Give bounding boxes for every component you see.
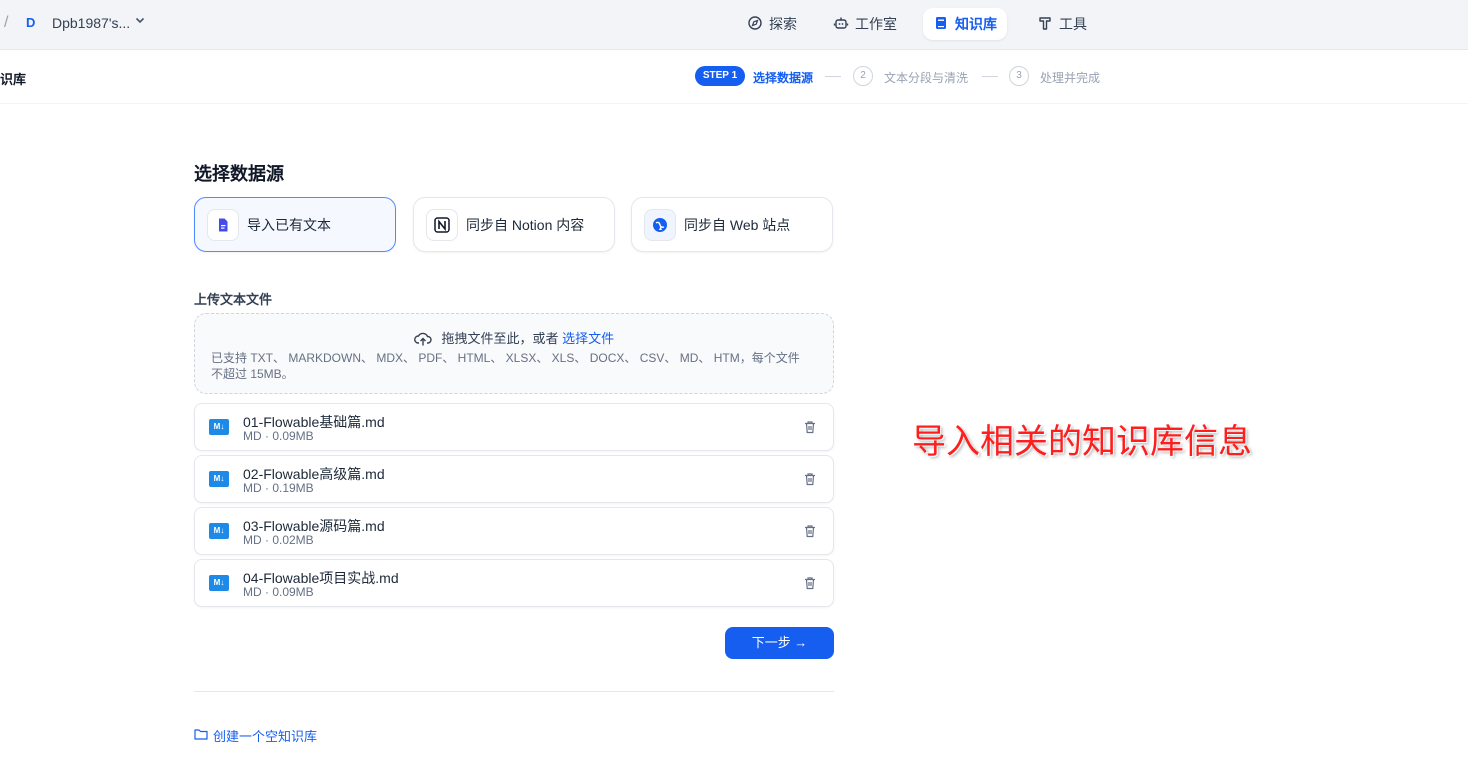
file-item: M↓ 01-Flowable基础篇.md MD · 0.09MB: [194, 403, 834, 451]
section-title: 选择数据源: [194, 164, 284, 184]
page-title: 识库: [0, 72, 27, 87]
supported-formats-hint: 已支持 TXT、 MARKDOWN、 MDX、 PDF、 HTML、 XLSX、…: [211, 351, 800, 381]
nav-explore[interactable]: 探索: [737, 8, 807, 40]
source-option-notion[interactable]: 同步自 Notion 内容: [413, 197, 615, 252]
step-3-label: 处理并完成: [1040, 71, 1101, 85]
step-1-label: 选择数据源: [753, 71, 814, 85]
select-file-link[interactable]: 选择文件: [562, 331, 614, 346]
workspace-name[interactable]: Dpb1987's...: [52, 15, 130, 31]
source-option-label: 同步自 Notion 内容: [466, 216, 585, 233]
nav-studio-label: 工作室: [855, 16, 897, 32]
cloud-upload-icon: [413, 331, 442, 346]
nav-tools-label: 工具: [1059, 16, 1087, 32]
file-item: M↓ 03-Flowable源码篇.md MD · 0.02MB: [194, 507, 834, 555]
step-1-badge: STEP 1: [695, 66, 745, 86]
document-icon: [207, 208, 239, 241]
nav-studio[interactable]: 工作室: [823, 8, 907, 40]
source-option-web[interactable]: 同步自 Web 站点: [631, 197, 833, 252]
divider: [194, 691, 834, 692]
step-header: 识库 STEP 1 选择数据源 2 文本分段与清洗 3 处理并完成: [0, 51, 1468, 104]
web-icon: [644, 208, 676, 241]
delete-file-icon[interactable]: [803, 524, 817, 538]
markdown-file-icon: M↓: [209, 471, 229, 487]
create-empty-label: 创建一个空知识库: [213, 729, 318, 744]
delete-file-icon[interactable]: [803, 420, 817, 434]
delete-file-icon[interactable]: [803, 472, 817, 486]
source-option-label: 同步自 Web 站点: [684, 216, 791, 233]
file-item: M↓ 04-Flowable项目实战.md MD · 0.09MB: [194, 559, 834, 607]
chevron-down-icon[interactable]: [134, 14, 146, 29]
notion-icon: [426, 208, 458, 241]
hammer-icon: [1037, 15, 1053, 34]
markdown-file-icon: M↓: [209, 575, 229, 591]
workspace-avatar[interactable]: D: [26, 15, 35, 30]
file-meta: MD · 0.09MB: [243, 429, 314, 443]
markdown-file-icon: M↓: [209, 419, 229, 435]
nav-explore-label: 探索: [769, 16, 797, 32]
folder-icon: [194, 728, 208, 743]
file-dropzone[interactable]: 拖拽文件至此，或者 选择文件 已支持 TXT、 MARKDOWN、 MDX、 P…: [194, 313, 834, 394]
step-divider: [825, 76, 841, 77]
file-meta: MD · 0.19MB: [243, 481, 314, 495]
file-meta: MD · 0.02MB: [243, 533, 314, 547]
create-empty-knowledge-link[interactable]: 创建一个空知识库: [194, 726, 317, 745]
compass-icon: [747, 15, 763, 34]
top-navigation-bar: / D Dpb1987's... 探索 工作室 知识库 工具: [0, 0, 1468, 50]
upload-label: 上传文本文件: [194, 292, 273, 307]
delete-file-icon[interactable]: [803, 576, 817, 590]
nav-knowledge[interactable]: 知识库: [923, 8, 1007, 40]
book-icon: [933, 15, 949, 34]
breadcrumb-separator: /: [4, 14, 9, 31]
nav-knowledge-label: 知识库: [955, 16, 997, 32]
robot-icon: [833, 15, 849, 34]
annotation-text: 导入相关的知识库信息: [912, 422, 1252, 462]
source-option-import-text[interactable]: 导入已有文本: [194, 197, 396, 252]
dropzone-text: 拖拽文件至此，或者: [441, 331, 559, 346]
step-divider: [982, 76, 998, 77]
source-option-label: 导入已有文本: [247, 216, 331, 233]
next-step-button[interactable]: 下一步 →: [725, 627, 834, 659]
nav-tools[interactable]: 工具: [1027, 8, 1097, 40]
step-2-label: 文本分段与清洗: [884, 71, 969, 85]
step-3-number: 3: [1009, 66, 1029, 86]
step-2-number: 2: [853, 66, 873, 86]
dropzone-prompt: 拖拽文件至此，或者 选择文件: [195, 328, 833, 347]
file-meta: MD · 0.09MB: [243, 585, 314, 599]
file-item: M↓ 02-Flowable高级篇.md MD · 0.19MB: [194, 455, 834, 503]
markdown-file-icon: M↓: [209, 523, 229, 539]
